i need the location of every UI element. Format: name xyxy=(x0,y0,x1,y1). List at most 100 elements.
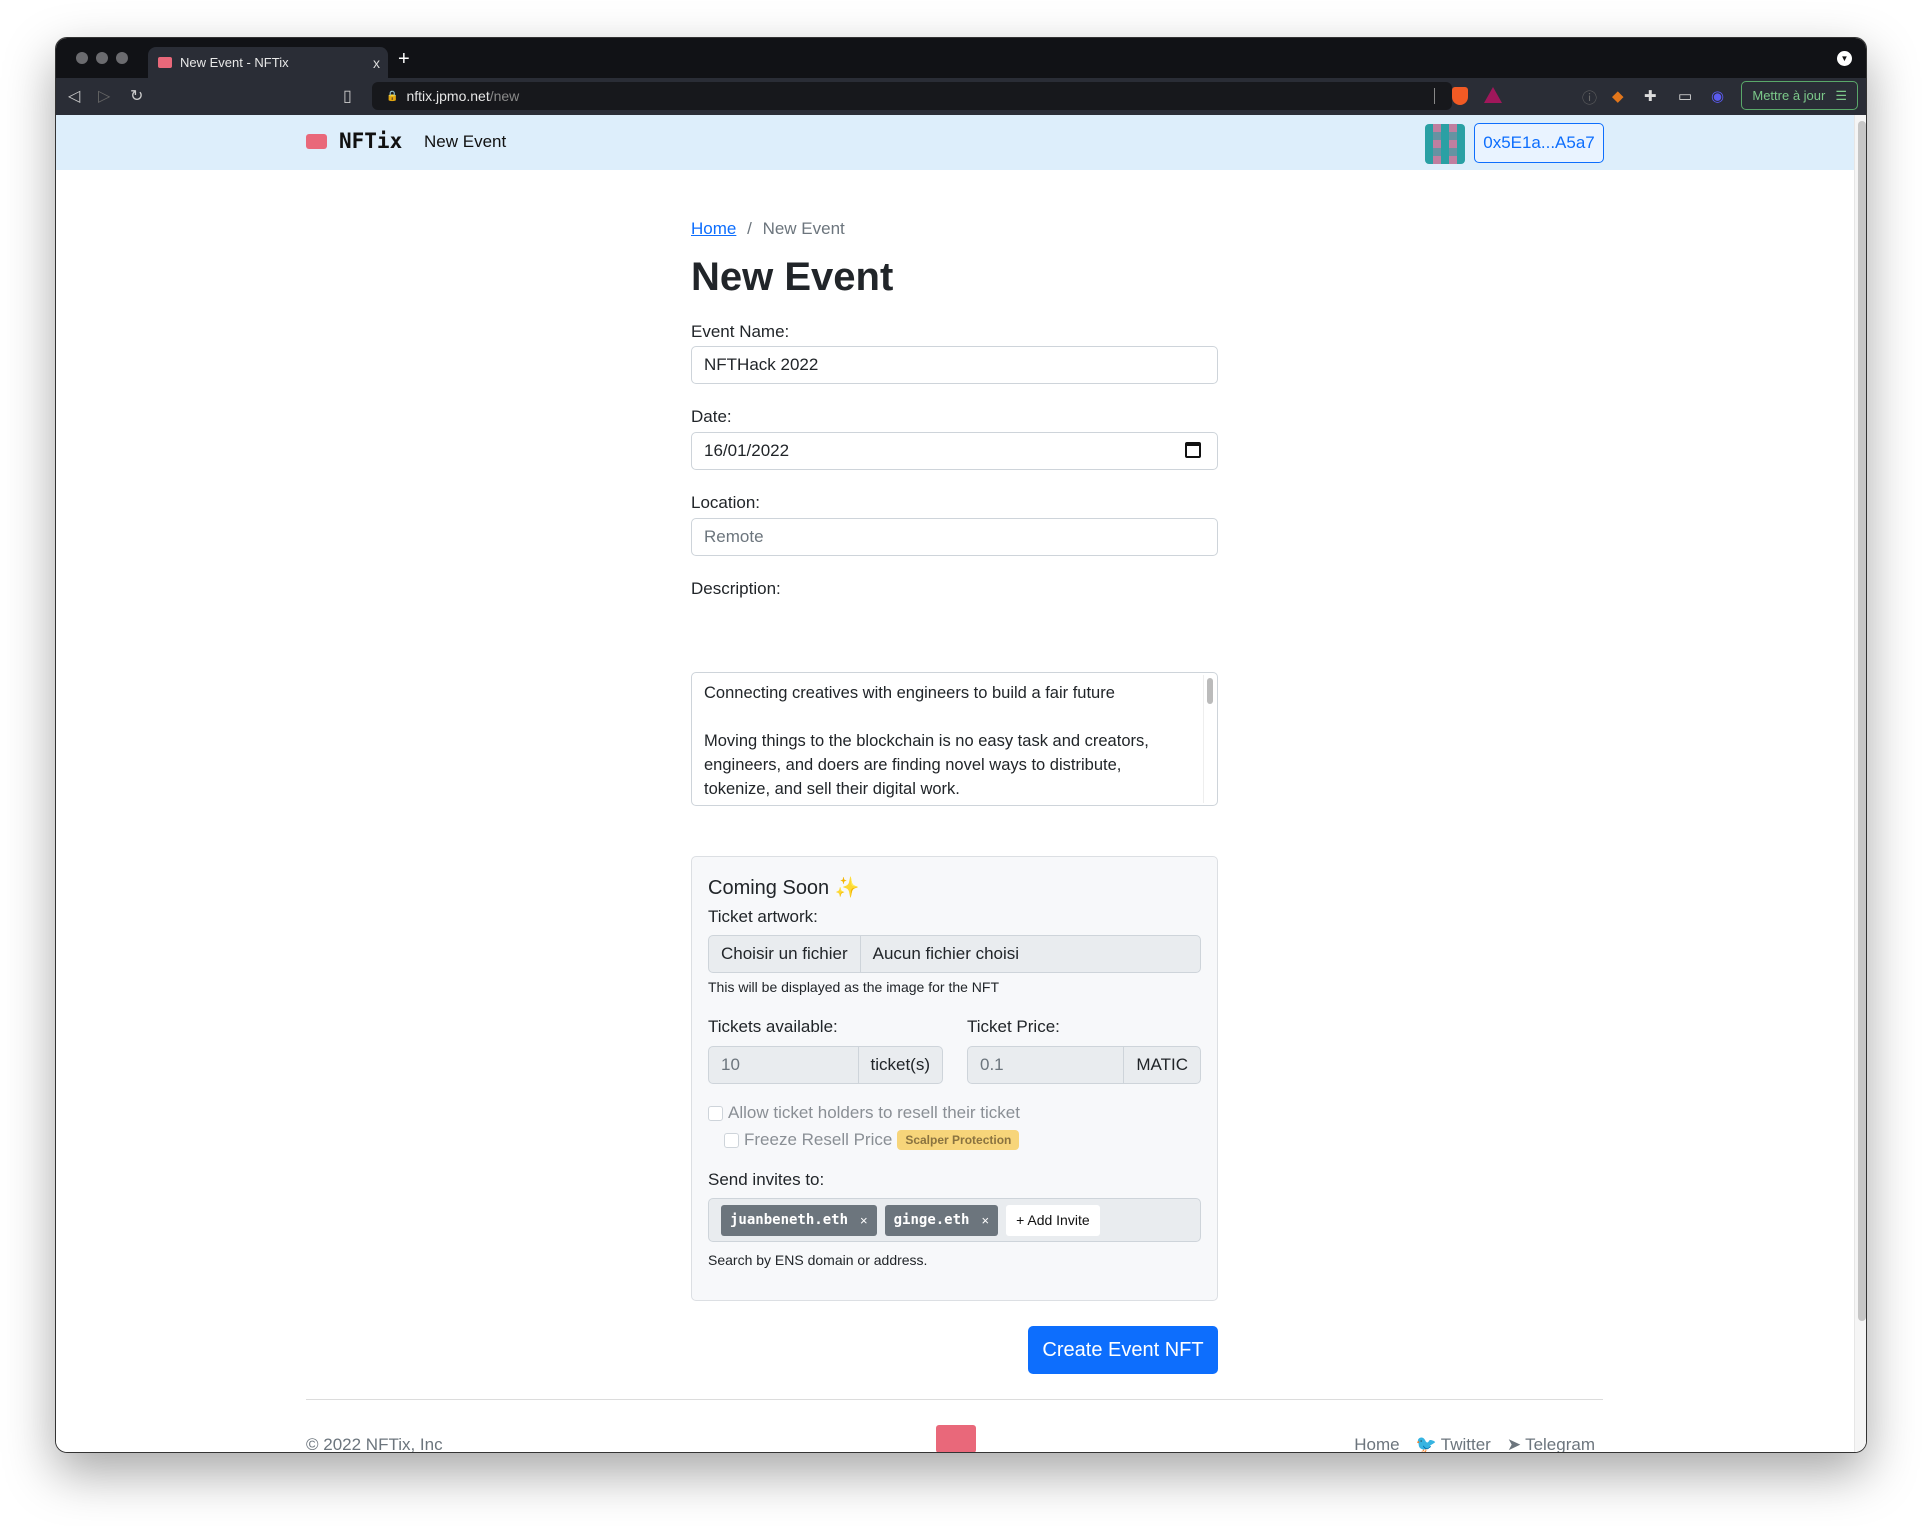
price-value: 0.1 xyxy=(980,1055,1004,1074)
date-value: 16/01/2022 xyxy=(704,441,790,460)
brave-rewards-icon[interactable] xyxy=(1484,87,1502,103)
invite-name: juanbeneth.eth xyxy=(730,1212,849,1228)
date-label: Date: xyxy=(691,407,732,426)
add-invite-button[interactable]: + Add Invite xyxy=(1006,1204,1100,1236)
page-scrollbar[interactable] xyxy=(1854,115,1866,1452)
price-unit: MATIC xyxy=(1123,1047,1200,1083)
file-status: Aucun fichier choisi xyxy=(872,944,1020,963)
forward-icon[interactable]: ▷ xyxy=(98,86,110,106)
browser-window: New Event - NFTix x + ▼ ◁ ▷ ↻ ▯ 🔒 nftix.… xyxy=(55,37,1867,1453)
nav-new-event[interactable]: New Event xyxy=(424,132,506,152)
browser-tab[interactable]: New Event - NFTix x xyxy=(148,47,388,78)
bookmark-icon[interactable]: ▯ xyxy=(343,86,352,106)
brand-name: NFTix xyxy=(339,129,403,153)
navbar: NFTix New Event 0x5E1a...A5a7 xyxy=(56,115,1866,170)
breadcrumb-current: New Event xyxy=(762,219,845,238)
metamask-fox-icon[interactable]: ◆ xyxy=(1612,87,1624,105)
freeze-price-checkbox[interactable]: Freeze Resell Price Scalper Protection xyxy=(724,1130,1217,1150)
divider xyxy=(1434,88,1435,104)
event-name-label: Event Name: xyxy=(691,322,790,341)
coming-soon-text: Coming Soon xyxy=(708,877,830,899)
footer-link-twitter[interactable]: 🐦 Twitter xyxy=(1415,1435,1491,1453)
address-bar[interactable]: 🔒 nftix.jpmo.net/new xyxy=(372,82,1502,110)
coming-soon-title: Coming Soon ✨ xyxy=(708,875,1201,900)
tab-menu-icon[interactable]: ▼ xyxy=(1837,51,1852,66)
date-input[interactable]: 16/01/2022 xyxy=(691,432,1218,470)
update-button[interactable]: Mettre à jour ☰ xyxy=(1741,81,1858,110)
lock-icon: 🔒 xyxy=(386,90,399,102)
price-label: Ticket Price: xyxy=(967,1017,1060,1036)
description-value: Connecting creatives with engineers to b… xyxy=(704,684,1149,798)
menu-icon: ☰ xyxy=(1835,87,1847,103)
brand-logo[interactable]: NFTix xyxy=(306,129,402,153)
invites-input[interactable]: juanbeneth.eth × ginge.eth × + Add Invite xyxy=(708,1198,1201,1242)
breadcrumb-home[interactable]: Home xyxy=(691,219,736,238)
breadcrumb: Home / New Event xyxy=(691,219,845,239)
tickets-unit: ticket(s) xyxy=(857,1047,943,1083)
event-name-input[interactable]: NFTHack 2022 xyxy=(691,346,1218,384)
remove-invite-icon[interactable]: × xyxy=(860,1213,868,1228)
description-label: Description: xyxy=(691,579,781,598)
twitter-label: Twitter xyxy=(1440,1435,1491,1453)
url-path: /new xyxy=(489,88,520,104)
coming-soon-card: Coming Soon ✨ Ticket artwork: Choisir un… xyxy=(691,856,1218,1301)
brave-shields-icon[interactable] xyxy=(1452,87,1468,105)
telegram-icon: ➤ xyxy=(1506,1435,1522,1453)
invite-chip: ginge.eth × xyxy=(884,1204,999,1236)
checkbox-icon[interactable] xyxy=(724,1132,739,1148)
description-textarea[interactable]: Connecting creatives with engineers to b… xyxy=(691,672,1218,806)
update-label: Mettre à jour xyxy=(1752,88,1826,103)
scalper-protection-badge: Scalper Protection xyxy=(897,1130,1020,1150)
window-controls[interactable] xyxy=(76,52,128,64)
info-icon[interactable]: ⓘ xyxy=(1582,87,1597,108)
remove-invite-icon[interactable]: × xyxy=(981,1213,989,1228)
profile-swirl-icon[interactable]: ◉ xyxy=(1711,87,1724,105)
invite-chip: juanbeneth.eth × xyxy=(721,1204,877,1236)
page-title: New Event xyxy=(691,255,894,299)
wallet-icon[interactable]: ▭ xyxy=(1678,87,1692,105)
tickets-input[interactable]: 10 ticket(s) xyxy=(708,1046,943,1084)
page-viewport: NFTix New Event 0x5E1a...A5a7 Home / New… xyxy=(56,115,1866,1453)
admit-one-ticket-logo xyxy=(936,1425,976,1452)
tab-title: New Event - NFTix xyxy=(180,55,289,70)
create-event-button[interactable]: Create Event NFT xyxy=(1028,1326,1218,1374)
sparkles-icon: ✨ xyxy=(834,877,860,899)
new-tab-button[interactable]: + xyxy=(398,48,410,71)
back-icon[interactable]: ◁ xyxy=(68,86,80,106)
location-label: Location: xyxy=(691,493,760,512)
tickets-label: Tickets available: xyxy=(708,1017,838,1036)
textarea-scrollbar[interactable] xyxy=(1203,675,1215,803)
wallet-address-button[interactable]: 0x5E1a...A5a7 xyxy=(1474,123,1604,163)
invites-label: Send invites to: xyxy=(708,1170,825,1189)
calendar-icon[interactable] xyxy=(1185,442,1201,458)
footer-links: Home 🐦 Twitter ➤ Telegram xyxy=(1354,1435,1595,1453)
tab-bar: New Event - NFTix x + ▼ xyxy=(56,38,1866,78)
artwork-help: This will be displayed as the image for … xyxy=(708,979,1000,995)
copyright: © 2022 NFTix, Inc xyxy=(306,1435,443,1453)
location-input[interactable]: Remote xyxy=(691,518,1218,556)
invite-name: ginge.eth xyxy=(893,1212,970,1228)
telegram-label: Telegram xyxy=(1525,1435,1595,1453)
resell-label: Allow ticket holders to resell their tic… xyxy=(728,1103,1020,1122)
freeze-label: Freeze Resell Price xyxy=(744,1130,893,1149)
avatar xyxy=(1425,124,1465,164)
browser-toolbar: ◁ ▷ ↻ ▯ 🔒 nftix.jpmo.net/new ⓘ ◆ ✚ ▭ ◉ M… xyxy=(56,78,1866,115)
footer-link-home[interactable]: Home xyxy=(1354,1435,1399,1452)
url-host: nftix.jpmo.net xyxy=(406,88,490,104)
footer-link-telegram[interactable]: ➤ Telegram xyxy=(1506,1435,1595,1453)
close-tab-icon[interactable]: x xyxy=(373,55,380,71)
ticket-logo-icon xyxy=(306,133,327,149)
artwork-file-input[interactable]: Choisir un fichier Aucun fichier choisi xyxy=(708,935,1201,973)
checkbox-icon[interactable] xyxy=(708,1105,723,1121)
resell-checkbox[interactable]: Allow ticket holders to resell their tic… xyxy=(708,1103,1201,1123)
price-input[interactable]: 0.1 MATIC xyxy=(967,1046,1201,1084)
footer-divider xyxy=(306,1399,1603,1400)
choose-file-button[interactable]: Choisir un fichier xyxy=(709,936,861,972)
artwork-label: Ticket artwork: xyxy=(708,907,818,926)
ticket-favicon-icon xyxy=(158,57,172,68)
invites-help: Search by ENS domain or address. xyxy=(708,1252,928,1268)
twitter-icon: 🐦 xyxy=(1415,1435,1437,1453)
extensions-puzzle-icon[interactable]: ✚ xyxy=(1644,87,1657,105)
reload-icon[interactable]: ↻ xyxy=(130,86,143,106)
breadcrumb-separator: / xyxy=(747,219,752,238)
